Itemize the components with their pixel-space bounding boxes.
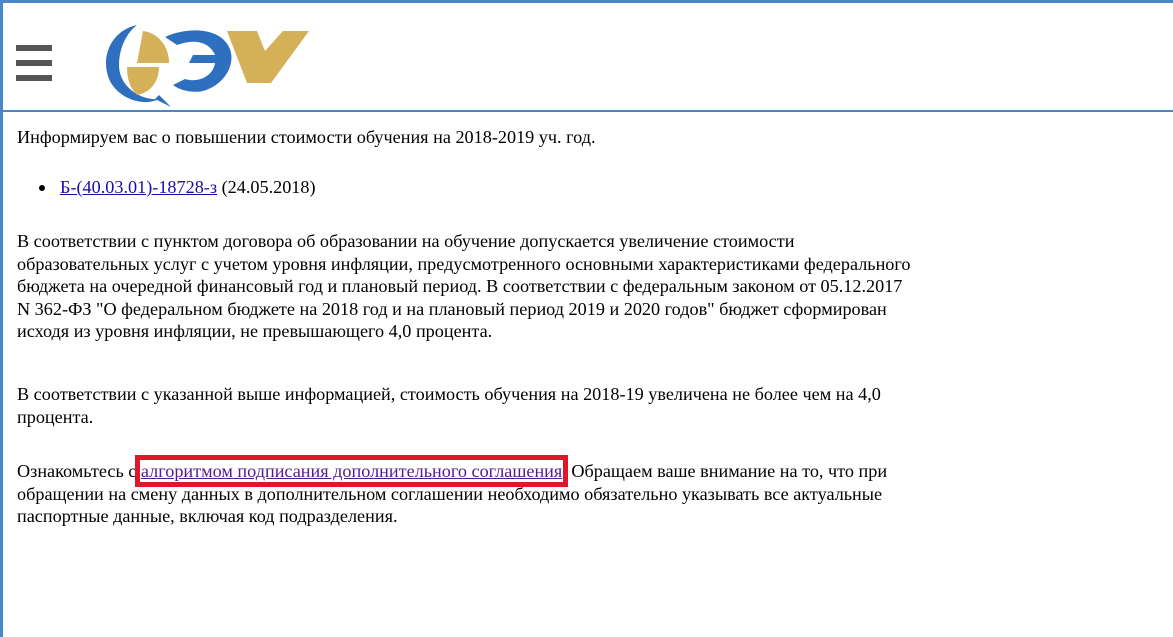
paragraph-line: В соответствии с пунктом договора об обр… <box>17 231 795 251</box>
university-logo[interactable] <box>97 17 312 107</box>
document-date: (24.05.2018) <box>221 177 316 197</box>
paragraph-line: бюджета на очередной финансовый год и пл… <box>17 276 903 296</box>
bullet-icon <box>39 185 45 191</box>
paragraph-line: N 362-ФЗ "О федеральном бюджете на 2018 … <box>17 298 887 319</box>
hamburger-menu-icon[interactable] <box>16 45 52 81</box>
paragraph-agreement: Ознакомьтесь с алгоритмом подписания доп… <box>17 455 888 528</box>
paragraph-line: паспортные данные, включая код подраздел… <box>17 506 398 526</box>
paragraph-line: Ознакомьтесь с алгоритмом подписания доп… <box>17 455 888 487</box>
paragraph-line: обращении на смену данных в дополнительн… <box>17 483 883 504</box>
paragraph-line: В соответствии с указанной выше информац… <box>17 384 881 404</box>
paragraph-increase: В соответствии с указанной выше информац… <box>17 383 881 428</box>
paragraph-line: процента. <box>17 406 94 427</box>
agreement-algorithm-link[interactable]: алгоритмом подписания дополнительного со… <box>134 455 569 487</box>
paragraph-line: исходя из уровня инфляции, не превышающе… <box>17 321 493 341</box>
document-link[interactable]: Б-(40.03.01)-18728-з <box>60 177 217 197</box>
paragraph-line: образовательных услуг с учетом уровня ин… <box>17 253 911 274</box>
agreement-suffix: . Обращаем ваше внимание на то, что при <box>562 461 888 481</box>
agreement-prefix: Ознакомьтесь с <box>17 461 141 481</box>
site-header <box>3 3 1173 112</box>
intro-text: Информируем вас о повышении стоимости об… <box>17 127 596 147</box>
document-list-item: Б-(40.03.01)-18728-з (24.05.2018) <box>39 176 316 199</box>
paragraph-inflation: В соответствии с пунктом договора об обр… <box>17 230 911 343</box>
